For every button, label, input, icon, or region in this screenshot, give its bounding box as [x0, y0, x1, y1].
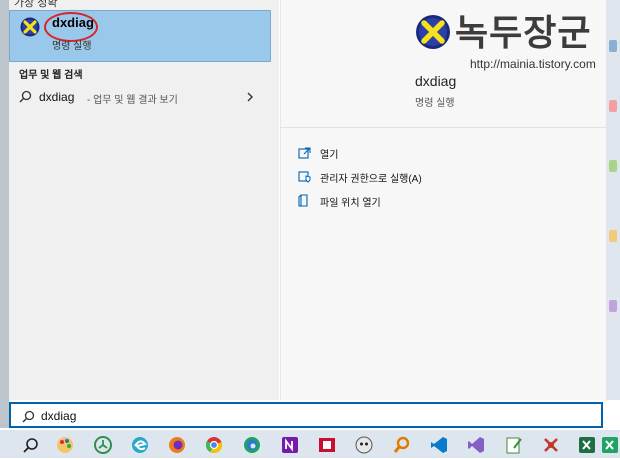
desktop-right-edge — [606, 0, 620, 400]
edge-legacy-icon[interactable] — [131, 436, 149, 454]
desktop-icon-3 — [609, 160, 617, 172]
excel-alt-icon[interactable] — [601, 436, 619, 454]
file-location-icon — [298, 194, 311, 212]
best-match-result[interactable]: dxdiag 명령 실행 — [9, 10, 271, 62]
game-app-icon[interactable] — [355, 436, 373, 454]
film-app-icon[interactable] — [318, 436, 336, 454]
web-search-description: - 업무 및 웹 결과 보기 — [87, 95, 178, 106]
excel-icon[interactable] — [578, 436, 596, 454]
open-icon — [298, 146, 311, 164]
action-run-as-admin-label: 관리자 권한으로 실행(A) — [320, 174, 422, 185]
onenote-icon[interactable] — [281, 436, 299, 454]
notepad-icon[interactable] — [505, 436, 523, 454]
dxdiag-large-icon — [415, 14, 451, 50]
best-match-subtitle: 명령 실행 — [52, 41, 92, 52]
taskbar — [0, 430, 620, 458]
web-search-term: dxdiag — [39, 90, 75, 104]
paint-palette-icon[interactable] — [56, 436, 74, 454]
app-green-circle-icon[interactable] — [94, 436, 112, 454]
web-search-result[interactable]: dxdiag - 업무 및 웹 결과 보기 — [9, 84, 271, 110]
search-icon — [22, 410, 35, 428]
chevron-right-icon[interactable] — [245, 90, 255, 108]
watermark-text: 녹두장군 — [455, 12, 592, 53]
search-box[interactable]: dxdiag — [9, 402, 603, 428]
action-open-label: 열기 — [320, 150, 339, 161]
dxdiag-icon — [20, 17, 40, 37]
detail-subtitle: 명령 실행 — [415, 98, 455, 109]
desktop-icon-2 — [609, 100, 617, 112]
best-match-title: dxdiag — [52, 15, 94, 30]
magnifier-app-icon[interactable] — [393, 436, 411, 454]
web-section-heading: 업무 및 웹 검색 — [19, 70, 83, 81]
search-icon[interactable] — [22, 436, 40, 454]
best-match-heading: 가장 정확 — [14, 0, 58, 9]
desktop-icon-4 — [609, 230, 617, 242]
search-input[interactable]: dxdiag — [41, 409, 76, 423]
red-bug-app-icon[interactable] — [542, 436, 560, 454]
vscode-icon[interactable] — [430, 436, 448, 454]
chrome-icon[interactable] — [205, 436, 223, 454]
action-open-file-location-label: 파일 위치 열기 — [320, 198, 381, 209]
edge-icon[interactable] — [243, 436, 261, 454]
desktop-icon-5 — [609, 300, 617, 312]
watermark-url: http://mainia.tistory.com — [470, 57, 596, 71]
desktop-left-edge — [0, 0, 9, 400]
visual-studio-icon[interactable] — [467, 436, 485, 454]
divider — [280, 127, 606, 128]
admin-shield-icon — [298, 170, 311, 188]
desktop-icon-1 — [609, 40, 617, 52]
desktop-left-edge-lower — [0, 398, 9, 428]
firefox-icon[interactable] — [168, 436, 186, 454]
search-icon — [19, 90, 32, 108]
detail-title: dxdiag — [415, 73, 457, 89]
